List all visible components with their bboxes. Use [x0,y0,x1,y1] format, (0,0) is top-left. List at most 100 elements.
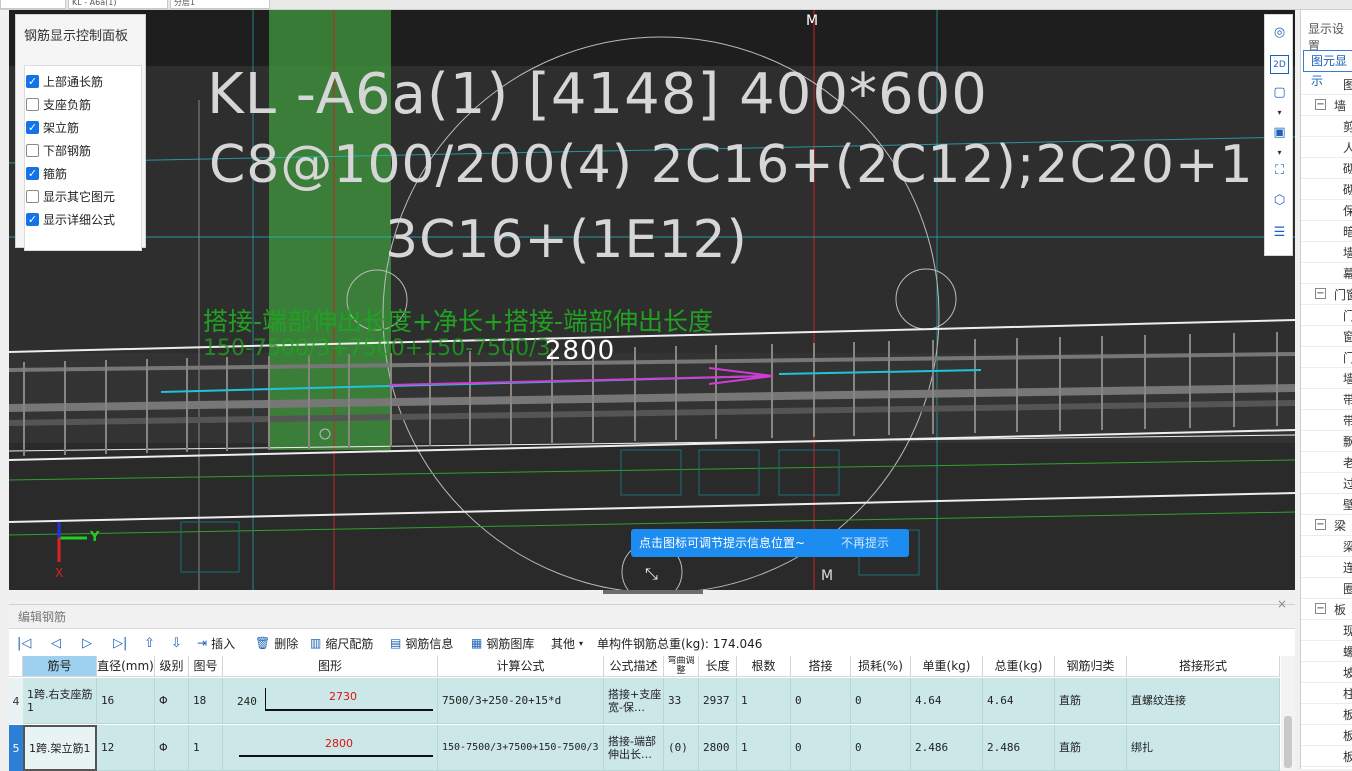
other-dropdown[interactable]: 其他 ▾ [551,634,583,652]
checkbox-support-negative[interactable]: 支座负筋 [26,96,91,112]
settings-row[interactable]: 板 [1301,704,1352,725]
settings-row[interactable]: 窗 [1301,326,1352,347]
cell-unit-weight[interactable]: 2.486 [911,725,983,771]
settings-row[interactable]: 门 [1301,347,1352,368]
cell-formula[interactable]: 7500/3+250-20+15*d [438,678,604,724]
cell-grade[interactable]: Φ [155,678,189,724]
list-view-icon[interactable]: ☰ [1270,223,1289,242]
settings-row[interactable]: 板 [1301,725,1352,746]
panel-splitter[interactable] [603,590,703,594]
cell-length[interactable]: 2937 [699,678,737,724]
next-record-icon[interactable]: ▷ [82,634,92,652]
table-row[interactable]: 4 1跨.右支座筋1 16 Φ 18 240 2730 7500/3+250-2… [9,678,1280,724]
settings-row[interactable]: 连 [1301,557,1352,578]
close-icon[interactable]: × [1277,597,1287,611]
cell-total-weight[interactable]: 2.486 [983,725,1055,771]
top-field-blank[interactable] [0,0,66,9]
settings-row[interactable]: 图 [1301,74,1352,95]
checkbox-checked-icon[interactable]: ✓ [26,120,39,134]
view-2d-icon[interactable]: 2D [1270,55,1289,74]
settings-row[interactable]: 门 [1301,305,1352,326]
settings-row[interactable]: 螺 [1301,641,1352,662]
checkbox-erection-bar[interactable]: ✓ 架立筋 [26,119,79,135]
cell-category[interactable]: 直筋 [1055,725,1127,771]
cell-loss[interactable]: 0 [851,678,911,724]
cell-shape[interactable]: 2800 [223,725,438,771]
cell-lap[interactable]: 0 [791,678,851,724]
cell-total-weight[interactable]: 4.64 [983,678,1055,724]
fit-view-icon[interactable]: ⛶ [1270,161,1289,180]
table-row[interactable]: 5 1跨.架立筋1 12 Φ 1 2800 150-7500/3+7500+15… [9,725,1280,771]
table-scrollbar[interactable] [1281,656,1295,770]
cell-bend[interactable]: 33 [664,678,699,724]
cell-diameter[interactable]: 12 [97,725,155,771]
rebar-library-button[interactable]: ▦ 钢筋图库 [471,634,534,652]
table-header[interactable]: 根数 [737,656,791,677]
settings-group-beam[interactable]: − 梁 [1301,515,1352,536]
settings-row[interactable]: 保 [1301,200,1352,221]
table-header[interactable]: 搭接形式 [1127,656,1280,677]
cell-lap-type[interactable]: 绑扎 [1127,725,1280,771]
cell-diameter[interactable]: 16 [97,678,155,724]
scrollbar-thumb[interactable] [1284,716,1292,768]
settings-row[interactable]: 柱 [1301,683,1352,704]
settings-row[interactable]: 现 [1301,620,1352,641]
viewport-canvas[interactable]: KL -A6a(1) [4148] 400*600 C8@100/200(4) … [9,10,1295,590]
settings-group-door-window[interactable]: −门窗 [1301,284,1352,305]
settings-row[interactable]: 带 [1301,410,1352,431]
settings-row[interactable]: 过 [1301,473,1352,494]
checkbox-checked-icon[interactable]: ✓ [26,212,39,226]
cell-category[interactable]: 直筋 [1055,678,1127,724]
first-record-icon[interactable]: |◁ [17,634,31,652]
settings-row[interactable]: 圈 [1301,578,1352,599]
cell-grade[interactable]: Φ [155,725,189,771]
checkbox-unchecked-icon[interactable] [26,97,39,111]
settings-row[interactable]: 坡 [1301,662,1352,683]
checkbox-checked-icon[interactable]: ✓ [26,74,39,88]
orbit-icon[interactable]: ◎ [1270,23,1289,42]
settings-row[interactable]: 壁 [1301,494,1352,515]
collapse-icon[interactable]: ⤡ [645,564,659,584]
insert-button[interactable]: ⇥ 插入 [197,634,235,652]
checkbox-checked-icon[interactable]: ✓ [26,166,39,180]
settings-row[interactable]: 带 [1301,389,1352,410]
view-3d-solid-icon[interactable]: ▣ [1270,123,1289,142]
move-down-icon[interactable]: ⇩ [171,634,182,652]
cell-name[interactable]: 1跨.右支座筋1 [23,678,97,724]
settings-row[interactable]: 墙 [1301,242,1352,263]
scale-rebar-button[interactable]: ▥ 缩尺配筋 [310,634,373,652]
cell-loss[interactable]: 0 [851,725,911,771]
cell-length[interactable]: 2800 [699,725,737,771]
cell-description[interactable]: 搭接-端部伸出长… [604,725,664,771]
table-header[interactable]: 搭接 [791,656,851,677]
dismiss-tip-button[interactable]: 不再提示 [841,529,889,557]
table-header[interactable]: 损耗(%) [851,656,911,677]
table-header[interactable]: 图号 [189,656,223,677]
settings-row[interactable]: 飘 [1301,431,1352,452]
cell-name[interactable]: 1跨.架立筋1 [23,725,97,771]
checkbox-stirrup[interactable]: ✓ 箍筋 [26,165,67,181]
table-header[interactable]: 计算公式 [438,656,604,677]
table-header[interactable]: 级别 [155,656,189,677]
settings-row[interactable]: 幕 [1301,263,1352,284]
cell-unit-weight[interactable]: 4.64 [911,678,983,724]
cell-lap[interactable]: 0 [791,725,851,771]
checkbox-unchecked-icon[interactable] [26,189,39,203]
table-header[interactable]: 弯曲调整 [664,656,699,677]
checkbox-top-continuous[interactable]: ✓ 上部通长筋 [26,73,103,89]
component-select[interactable]: KL - A6a(1) [68,0,168,9]
table-header[interactable]: 长度 [699,656,737,677]
settings-group-slab[interactable]: − 板 [1301,599,1352,620]
cell-description[interactable]: 搭接+支座宽-保… [604,678,664,724]
table-header[interactable]: 直径(mm) [97,656,155,677]
floor-select[interactable]: 分层1 [170,0,270,9]
cell-shape-no[interactable]: 18 [189,678,223,724]
checkbox-detailed-formula[interactable]: ✓ 显示详细公式 [26,211,115,227]
table-header[interactable]: 总重(kg) [983,656,1055,677]
settings-row[interactable]: 砌 [1301,179,1352,200]
table-header[interactable]: 筋号 [23,656,97,677]
settings-row[interactable]: 剪 [1301,116,1352,137]
table-header[interactable]: 单重(kg) [911,656,983,677]
settings-row[interactable]: 暗 [1301,221,1352,242]
tip-bubble[interactable]: 点击图标可调节提示信息位置~ 不再提示 [631,529,909,557]
